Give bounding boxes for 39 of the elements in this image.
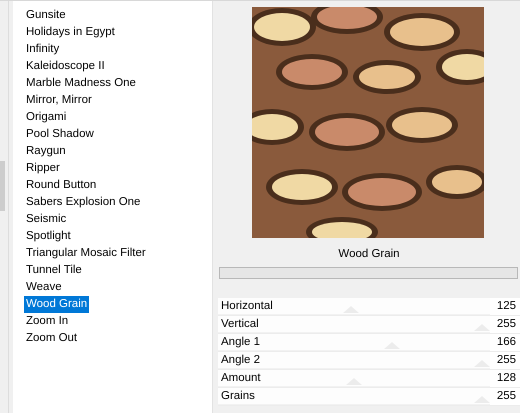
effect-list-item[interactable]: Gunsite bbox=[24, 7, 68, 24]
effect-list-item[interactable]: Round Button bbox=[24, 177, 98, 194]
effect-list-item[interactable]: Triangular Mosaic Filter bbox=[24, 245, 148, 262]
effect-list-item[interactable]: Infinity bbox=[24, 41, 62, 58]
effect-list-item[interactable]: Seismic bbox=[24, 211, 68, 228]
parameter-label: Grains bbox=[221, 389, 255, 404]
effect-list-item[interactable]: Marble Madness One bbox=[24, 75, 138, 92]
filter-title: Wood Grain bbox=[337, 247, 401, 262]
effect-list-item[interactable]: Zoom In bbox=[24, 313, 70, 330]
parameter-slider[interactable]: Grains 255 bbox=[218, 388, 520, 406]
parameter-slider[interactable]: Horizontal 125 bbox=[218, 298, 520, 316]
parameter-value: 255 bbox=[496, 317, 516, 332]
effect-list-item[interactable]: Mirror, Mirror bbox=[24, 92, 94, 109]
effect-list-item[interactable]: Sabers Explosion One bbox=[24, 194, 142, 211]
parameter-value: 255 bbox=[496, 389, 516, 404]
effect-list-item[interactable]: Holidays in Egypt bbox=[24, 24, 117, 41]
parameter-value: 166 bbox=[496, 335, 516, 350]
parameter-value: 255 bbox=[496, 353, 516, 368]
parameter-slider[interactable]: Angle 2 255 bbox=[218, 352, 520, 370]
effect-list-item[interactable]: Wood Grain bbox=[24, 296, 90, 313]
effect-list-item[interactable]: Raygun bbox=[24, 143, 68, 160]
parameter-label: Amount bbox=[221, 371, 261, 386]
parameter-label: Horizontal bbox=[221, 299, 273, 314]
parameter-label: Angle 2 bbox=[221, 353, 260, 368]
parameter-label: Angle 1 bbox=[221, 335, 260, 350]
effect-list-item[interactable]: Zoom Out bbox=[24, 330, 80, 347]
effect-list-item[interactable]: Kaleidoscope II bbox=[24, 58, 107, 75]
parameter-value: 128 bbox=[496, 371, 516, 386]
effect-list-item[interactable]: Weave bbox=[24, 279, 64, 296]
effect-list-item[interactable]: Tunnel Tile bbox=[24, 262, 84, 279]
parameter-value: 125 bbox=[496, 299, 516, 314]
effect-list-item[interactable]: Pool Shadow bbox=[24, 126, 96, 143]
parameter-slider[interactable]: Vertical 255 bbox=[218, 316, 520, 334]
parameter-label: Vertical bbox=[221, 317, 259, 332]
parameter-slider[interactable]: Amount 128 bbox=[218, 370, 520, 388]
effect-list-item[interactable]: Spotlight bbox=[24, 228, 73, 245]
effect-list-item[interactable]: Origami bbox=[24, 109, 68, 126]
parameter-slider[interactable]: Angle 1 166 bbox=[218, 334, 520, 352]
effect-list-item[interactable]: Ripper bbox=[24, 160, 62, 177]
